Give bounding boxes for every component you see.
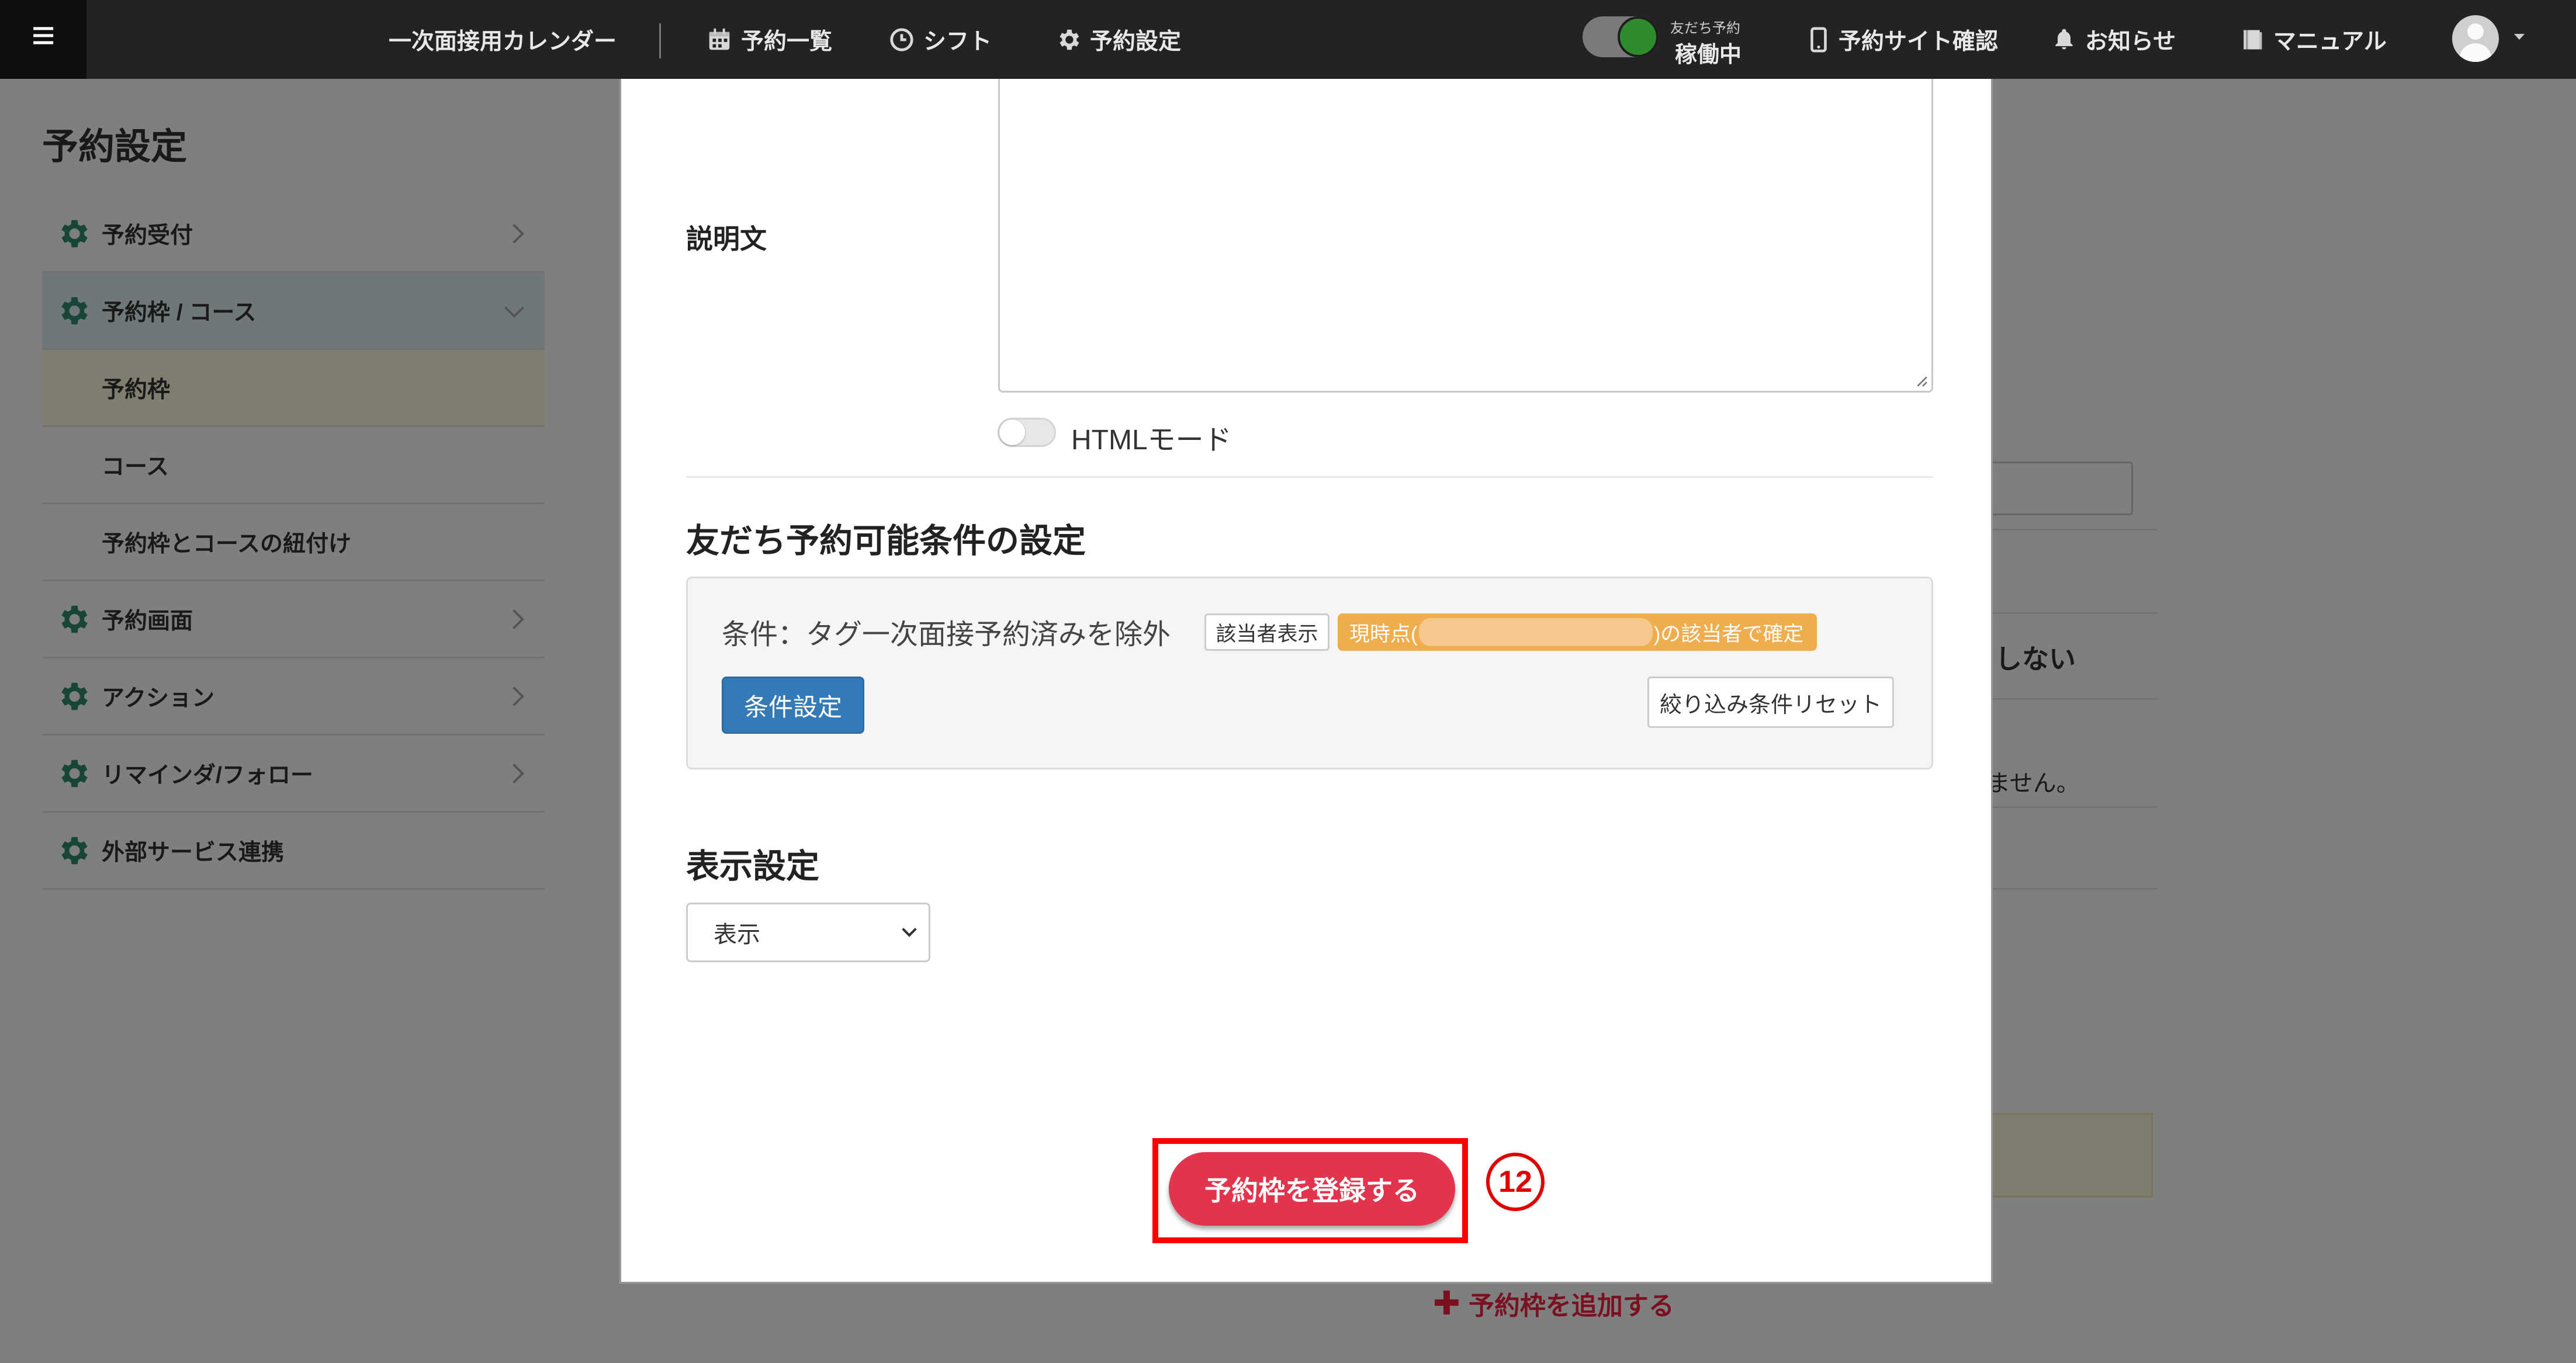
- notifications-link[interactable]: お知らせ: [2051, 0, 2176, 79]
- gear-icon: [1060, 29, 1079, 50]
- friend-reservation-toggle[interactable]: [1583, 16, 1659, 57]
- highlight-box: 予約枠を登録する: [1152, 1138, 1468, 1243]
- friend-reservation-status-caption: 友だち予約: [1670, 20, 1740, 36]
- check-reservation-site-link[interactable]: 予約サイト確認: [1807, 0, 1998, 79]
- condition-summary: 条件：タグ一次面接予約済みを除外: [722, 619, 1171, 650]
- conditions-panel: 条件：タグ一次面接予約済みを除外 該当者表示 現時点( )の該当者で確定 条件設…: [686, 577, 1933, 769]
- step-number-text: 12: [1498, 1165, 1532, 1199]
- user-avatar-icon[interactable]: [2452, 15, 2499, 62]
- notifications-label: お知らせ: [2085, 29, 2176, 54]
- add-reservation-slot-link[interactable]: ✚ 予約枠を追加する: [1433, 1284, 1674, 1323]
- chevron-down-icon: [902, 922, 917, 937]
- switch-knob: [999, 419, 1025, 445]
- nav-shift[interactable]: シフト: [888, 0, 992, 79]
- hamburger-menu-icon[interactable]: ≡: [0, 0, 86, 79]
- register-slot-button[interactable]: 予約枠を登録する: [1169, 1152, 1455, 1226]
- conditions-heading: 友だち予約可能条件の設定: [686, 522, 1086, 560]
- nav-reservation-settings[interactable]: 予約設定: [1055, 0, 1181, 79]
- plus-icon: ✚: [1433, 1285, 1460, 1322]
- display-settings-heading: 表示設定: [686, 848, 819, 885]
- redacted-timestamp: [1418, 618, 1653, 646]
- manual-label: マニュアル: [2273, 29, 2387, 54]
- clock-icon: [890, 27, 913, 51]
- section-divider: [686, 476, 1933, 478]
- book-icon: [2243, 30, 2262, 49]
- reservation-slot-modal: 説明文 HTMLモード 友だち予約可能条件の設定 条件：タグ一次面接予約済みを除…: [619, 79, 1993, 1284]
- nav-reservation-list-label: 予約一覧: [741, 29, 833, 54]
- reset-filter-button[interactable]: 絞り込み条件リセット: [1647, 677, 1894, 728]
- smartphone-icon: [1810, 27, 1827, 52]
- html-mode-switch[interactable]: [998, 418, 1056, 447]
- manual-link[interactable]: マニュアル: [2239, 0, 2387, 79]
- calendar-name[interactable]: 一次面接用カレンダー: [389, 0, 617, 79]
- nav-reservation-list[interactable]: 予約一覧: [706, 0, 832, 79]
- show-matches-button[interactable]: 該当者表示: [1204, 613, 1329, 651]
- confirm-suffix: )の該当者で確定: [1653, 622, 1804, 646]
- condition-settings-button[interactable]: 条件設定: [722, 677, 864, 734]
- toggle-knob: [1618, 16, 1659, 57]
- bell-icon: [2055, 29, 2073, 49]
- calendar-icon: [709, 28, 730, 50]
- top-navigation-bar: ≡ 一次面接用カレンダー 予約一覧 シフト 予約設定 友だち予約 稼働中 予約サ…: [0, 0, 2576, 79]
- confirm-prefix: 現時点(: [1349, 622, 1418, 646]
- display-select[interactable]: 表示: [686, 903, 930, 962]
- nav-shift-label: シフト: [923, 29, 992, 54]
- nav-reservation-settings-label: 予約設定: [1090, 29, 1182, 54]
- description-label: 説明文: [686, 224, 767, 254]
- display-select-value: 表示: [714, 922, 760, 948]
- description-textarea[interactable]: [998, 79, 1933, 393]
- add-reservation-slot-label: 予約枠を追加する: [1468, 1292, 1674, 1320]
- resize-handle-icon[interactable]: [1915, 374, 1928, 387]
- user-menu-caret-icon[interactable]: [2514, 34, 2525, 40]
- confirm-current-matches-button[interactable]: 現時点( )の該当者で確定: [1338, 613, 1817, 651]
- html-mode-label: HTMLモード: [1071, 425, 1232, 456]
- topbar-divider: [659, 23, 661, 58]
- friend-reservation-status: 稼働中: [1675, 43, 1742, 67]
- check-reservation-site-label: 予約サイト確認: [1838, 29, 1999, 54]
